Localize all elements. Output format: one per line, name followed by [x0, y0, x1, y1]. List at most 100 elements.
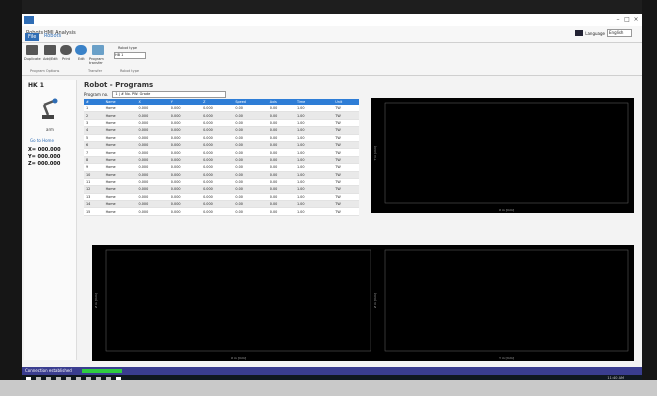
language-select[interactable]: English: [607, 29, 632, 37]
table-cell: [323, 200, 334, 209]
table-row[interactable]: 8 Home 0.000 0.000 0.000 0.00 0.00 1.00 TW: [84, 156, 359, 165]
table-cell: [323, 156, 334, 165]
table-cell: 0.000: [168, 171, 202, 179]
coord-y: Y= 000.000: [28, 154, 61, 160]
table-cell: Home: [103, 119, 137, 128]
explorer-icon[interactable]: [56, 377, 61, 380]
table-cell: Home: [103, 134, 137, 142]
table-cell: 0.000: [201, 141, 234, 150]
table-row[interactable]: 7 Home 0.000 0.000 0.000 0.00 0.00 1.00 TW: [84, 148, 359, 157]
ribbon-tab-robots[interactable]: Robots: [44, 33, 61, 39]
table-cell: 15: [84, 207, 104, 216]
print-icon[interactable]: [60, 45, 72, 55]
table-cell: 0.000: [136, 126, 169, 135]
go-home-button[interactable]: Go to Home: [30, 138, 70, 143]
table-cell: 0.00: [233, 126, 268, 135]
program-transfer-button[interactable]: Program transfer: [89, 57, 109, 65]
table-cell: Home: [103, 171, 137, 179]
table-cell: 0.00: [267, 163, 295, 172]
print-button[interactable]: Print: [62, 57, 70, 61]
table-cell: 0.00: [233, 119, 268, 128]
table-cell: 0.000: [201, 193, 234, 202]
app-icon[interactable]: [106, 377, 111, 380]
taskbar: 11:40 AM: [22, 375, 642, 380]
table-cell: 1.00: [294, 200, 324, 209]
table-cell: [323, 185, 334, 194]
table-row[interactable]: 13 Home 0.000 0.000 0.000 0.00 0.00 1.00 TW: [84, 193, 359, 202]
table-cell: 10: [84, 171, 104, 179]
table-row[interactable]: 2 Home 0.000 0.000 0.000 0.00 0.00 1.00 TW: [84, 111, 359, 120]
table-cell: 3: [84, 119, 104, 128]
maximize-icon[interactable]: □: [623, 16, 631, 23]
program-select[interactable]: 1 | # No. PW: Grade: [112, 91, 227, 98]
add-edit-button[interactable]: Add/Edit: [43, 57, 58, 61]
taskview-icon[interactable]: [46, 377, 51, 380]
plot-area: [105, 249, 372, 352]
app-icon[interactable]: [76, 377, 81, 380]
table-cell: 0.000: [201, 178, 234, 187]
app-icon[interactable]: [66, 377, 71, 380]
table-row[interactable]: 11 Home 0.000 0.000 0.000 0.00 0.00 1.00 TW: [84, 178, 359, 187]
table-row[interactable]: 12 Home 0.000 0.000 0.000 0.00 0.00 1.00 TW: [84, 185, 359, 194]
table-cell: Home: [103, 200, 137, 209]
table-cell: 1.00: [294, 185, 324, 194]
table-cell: [323, 148, 334, 157]
table-cell: 0.00: [233, 156, 268, 165]
table-row[interactable]: 4 Home 0.000 0.000 0.000 0.00 0.00 1.00 TW: [84, 126, 359, 135]
table-row[interactable]: 6 Home 0.000 0.000 0.000 0.00 0.00 1.00 TW: [84, 141, 359, 150]
table-cell: 0.000: [136, 207, 169, 216]
status-bar: Connection established: [22, 367, 642, 375]
table-row[interactable]: 10 Home 0.000 0.000 0.000 0.00 0.00 1.00 TW: [84, 171, 359, 179]
table-row[interactable]: 5 Home 0.000 0.000 0.000 0.00 0.00 1.00 TW: [84, 134, 359, 142]
table-cell: 0.00: [267, 193, 295, 202]
table-cell: 1.00: [294, 148, 324, 157]
robot-type-select[interactable]: HB 1: [114, 52, 146, 59]
table-row[interactable]: 14 Home 0.000 0.000 0.000 0.00 0.00 1.00 TW: [84, 200, 359, 209]
app-icon[interactable]: [96, 377, 101, 380]
table-cell: 0.000: [136, 178, 169, 187]
table-row[interactable]: 15 Home 0.000 0.000 0.000 0.00 0.00 1.00 TW: [84, 207, 359, 216]
table-cell: Home: [103, 185, 137, 194]
table-row[interactable]: 9 Home 0.000 0.000 0.000 0.00 0.00 1.00 TW: [84, 163, 359, 172]
table-cell: 0.000: [168, 148, 202, 157]
app-menu-button[interactable]: [24, 16, 34, 24]
table-cell: 0.000: [168, 111, 202, 120]
title-bar: – □ ×: [22, 14, 642, 26]
start-icon[interactable]: [26, 377, 31, 380]
table-cell: 5: [84, 134, 104, 142]
table-row[interactable]: 1 Home 0.000 0.000 0.000 0.00 0.00 1.00 TW: [84, 105, 359, 113]
table-cell: 0.00: [267, 178, 295, 187]
edit-button[interactable]: Edit: [78, 57, 85, 61]
table-cell: 0.000: [201, 105, 234, 113]
table-cell: 0.00: [267, 148, 295, 157]
add-edit-icon[interactable]: [44, 45, 56, 55]
table-cell: 1.00: [294, 193, 324, 202]
table-cell: 0.00: [267, 207, 295, 216]
duplicate-icon[interactable]: [26, 45, 38, 55]
table-cell: 1.00: [294, 119, 324, 128]
robot-panel: HK 1 arm Go to Home X= 000.000 Y= 000.00…: [24, 80, 77, 360]
y-axis-label: Z in [mm]: [94, 293, 98, 308]
status-text: Connection established: [25, 368, 72, 373]
edit-icon[interactable]: [75, 45, 87, 55]
table-cell: 0.000: [168, 185, 202, 194]
table-cell: TW: [333, 163, 359, 172]
duplicate-button[interactable]: Duplicate: [24, 57, 41, 61]
table-row[interactable]: 3 Home 0.000 0.000 0.000 0.00 0.00 1.00 TW: [84, 119, 359, 128]
app-icon[interactable]: [86, 377, 91, 380]
program-transfer-icon[interactable]: [92, 45, 104, 55]
table-cell: 0.00: [267, 126, 295, 135]
left-bezel: [0, 0, 22, 396]
chart-xy[interactable]: X in [mm] Y in [mm]: [371, 98, 634, 213]
table-cell: Home: [103, 163, 137, 172]
app-icon[interactable]: [116, 377, 121, 380]
coord-z: Z= 000.000: [28, 161, 61, 167]
minimize-icon[interactable]: –: [614, 16, 622, 23]
search-icon[interactable]: [36, 377, 41, 380]
chart-xz[interactable]: X in [mm] Z in [mm]: [92, 245, 377, 361]
ribbon-tab-file[interactable]: File: [25, 33, 40, 41]
close-icon[interactable]: ×: [632, 16, 640, 23]
table-cell: 0.00: [267, 141, 295, 150]
chart-yz[interactable]: Y in [mm] Z in [mm]: [371, 245, 634, 361]
table-cell: 0.000: [201, 200, 234, 209]
